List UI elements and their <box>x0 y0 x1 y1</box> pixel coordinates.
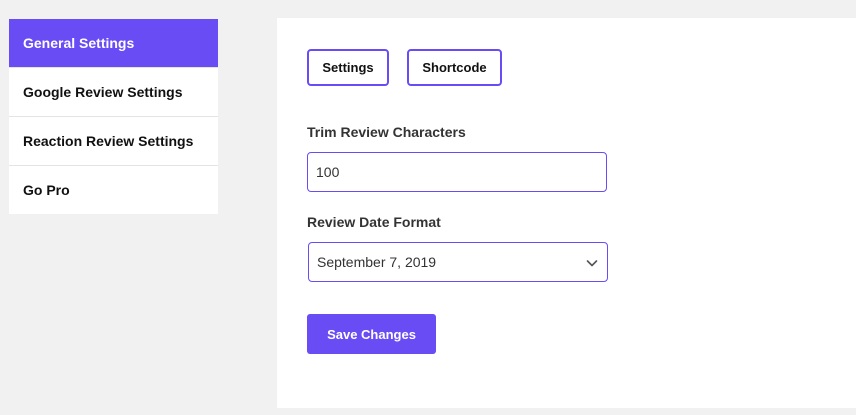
chevron-down-icon <box>586 256 598 268</box>
settings-panel: Settings Shortcode Trim Review Character… <box>277 18 856 408</box>
sidebar-item-label: General Settings <box>23 35 135 51</box>
settings-sidebar: General Settings Google Review Settings … <box>9 19 218 214</box>
sidebar-item-general-settings[interactable]: General Settings <box>9 19 218 67</box>
sidebar-item-label: Google Review Settings <box>23 84 183 100</box>
save-changes-button[interactable]: Save Changes <box>307 314 436 354</box>
sidebar-item-google-review-settings[interactable]: Google Review Settings <box>9 67 218 116</box>
trim-review-characters-input[interactable] <box>307 152 607 192</box>
sidebar-item-go-pro[interactable]: Go Pro <box>9 165 218 214</box>
review-date-format-value: September 7, 2019 <box>317 254 437 270</box>
sidebar-item-reaction-review-settings[interactable]: Reaction Review Settings <box>9 116 218 165</box>
sidebar-item-label: Reaction Review Settings <box>23 133 194 149</box>
sidebar-item-label: Go Pro <box>23 182 70 198</box>
review-date-format-label: Review Date Format <box>307 214 441 230</box>
review-date-format-select[interactable]: September 7, 2019 <box>308 242 608 282</box>
tab-settings[interactable]: Settings <box>307 49 389 86</box>
tab-shortcode[interactable]: Shortcode <box>407 49 502 86</box>
trim-review-characters-label: Trim Review Characters <box>307 124 466 140</box>
